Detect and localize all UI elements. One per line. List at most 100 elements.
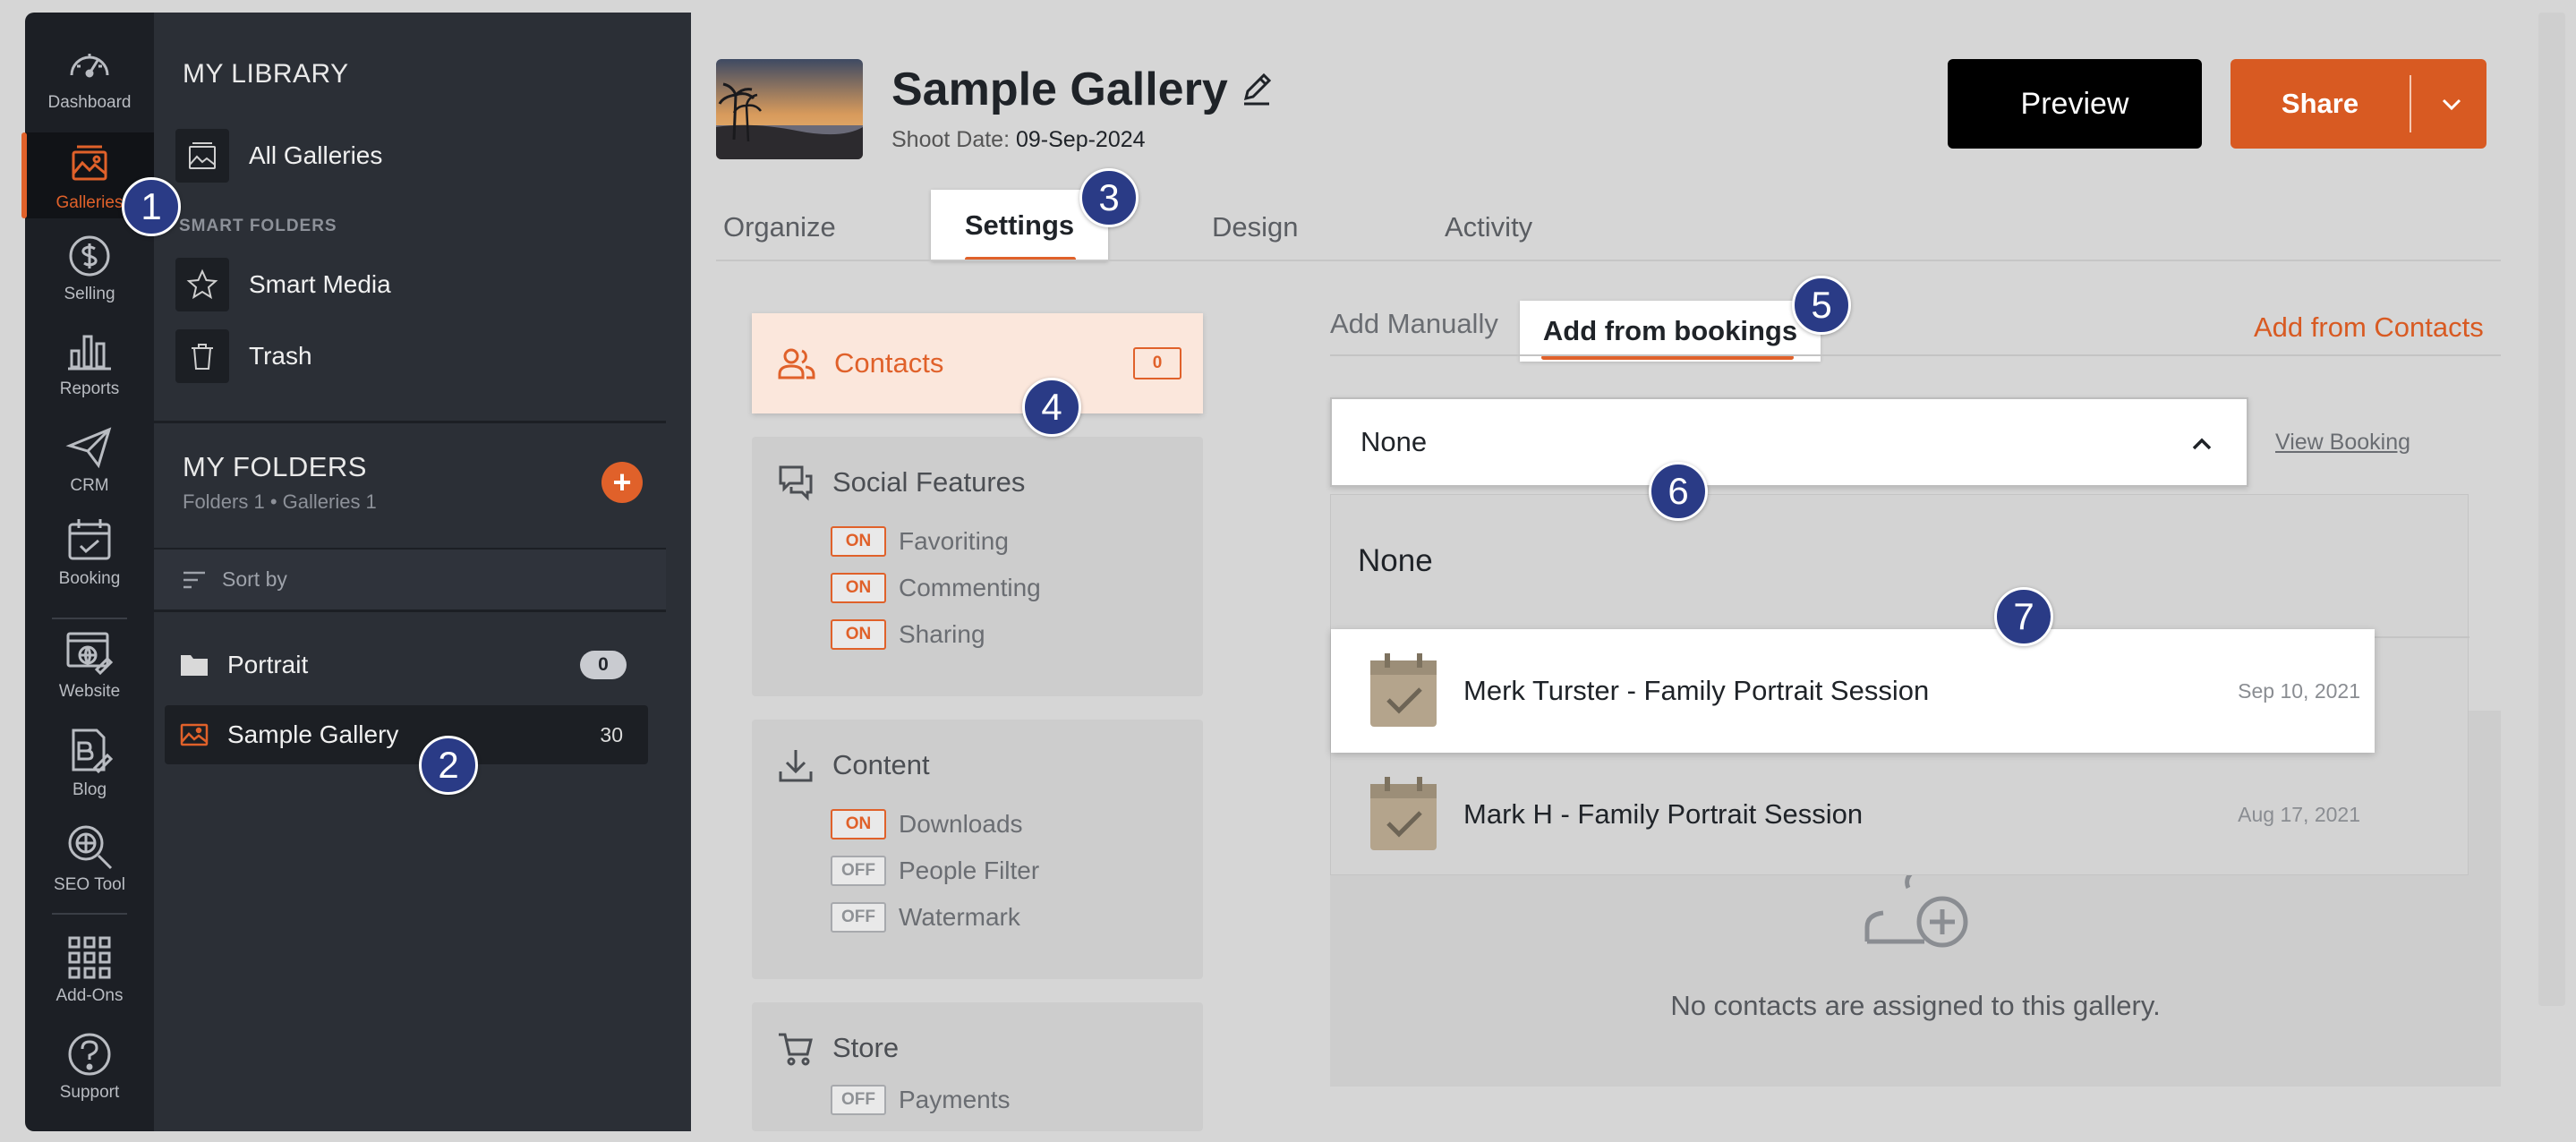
pencil-icon[interactable] — [1239, 72, 1275, 107]
folder-name: Portrait — [227, 651, 309, 678]
folder-count: 0 — [580, 651, 627, 679]
booking-dropdown-list: None Merk Turster - Family Portrait Sess… — [1330, 494, 2469, 875]
my-folders-heading: MY FOLDERS — [183, 451, 367, 482]
step-marker-2: 2 — [419, 736, 478, 795]
on-badge: ON — [831, 573, 886, 603]
chevron-down-icon[interactable] — [2438, 91, 2465, 118]
tab-activity[interactable]: Activity — [1445, 211, 1532, 243]
contacts-count-badge: 0 — [1133, 347, 1181, 379]
rail-label: Selling — [64, 285, 115, 303]
booking-select-value: None — [1361, 426, 1428, 457]
tab-add-manually[interactable]: Add Manually — [1330, 308, 1498, 340]
sort-by-label: Sort by — [222, 567, 287, 591]
seo-icon — [68, 825, 113, 870]
paper-plane-icon — [65, 427, 112, 469]
chat-icon — [779, 465, 813, 501]
rail-label: Booking — [58, 569, 121, 588]
folder-row-portrait[interactable]: Portrait 0 — [165, 635, 648, 695]
rail-label: Website — [58, 682, 121, 701]
contacts-section[interactable]: Contacts 0 — [752, 313, 1203, 413]
tabs-divider — [716, 260, 2501, 261]
trash-item[interactable]: Trash — [175, 328, 312, 385]
rail-website[interactable]: Website — [25, 621, 154, 707]
rail-add-ons[interactable]: Add-Ons — [25, 925, 154, 1011]
trash-label: Trash — [249, 342, 312, 370]
rail-label: SEO Tool — [54, 875, 125, 894]
rail-blog[interactable]: Blog — [25, 720, 154, 805]
option-people-filter[interactable]: OFF People Filter — [831, 856, 1039, 886]
on-badge: ON — [831, 526, 886, 557]
main-content: Sample Gallery Shoot Date: 09-Sep-2024 P… — [691, 13, 2531, 1131]
add-from-contacts-link[interactable]: Add from Contacts — [2254, 311, 2484, 344]
folders-meta: Folders 1 • Galleries 1 — [183, 490, 377, 513]
all-galleries-label: All Galleries — [249, 141, 383, 169]
rail-label: Reports — [59, 379, 120, 398]
option-commenting[interactable]: ON Commenting — [831, 573, 1041, 603]
tab-design[interactable]: Design — [1212, 211, 1299, 243]
share-label: Share — [2281, 88, 2359, 119]
smart-folders-heading: SMART FOLDERS — [179, 217, 337, 235]
booking-option[interactable]: Mark H - Family Portrait Session Aug 17,… — [1331, 753, 2375, 876]
booking-option[interactable]: Merk Turster - Family Portrait Session S… — [1331, 629, 2375, 753]
option-payments[interactable]: OFF Payments — [831, 1085, 1011, 1115]
rail-dashboard[interactable]: Dashboard — [25, 32, 154, 118]
social-features-title: Social Features — [777, 464, 1025, 501]
gallery-thumbnail — [716, 59, 863, 159]
dashboard-icon — [70, 54, 109, 78]
add-folder-button[interactable]: + — [601, 462, 643, 503]
view-booking-link[interactable]: View Booking — [2275, 430, 2410, 456]
tab-organize[interactable]: Organize — [723, 211, 836, 243]
dropdown-option-none[interactable]: None — [1358, 543, 1433, 579]
folder-row-sample-gallery[interactable]: Sample Gallery 30 — [165, 705, 648, 764]
step-marker-7: 7 — [1994, 587, 2053, 646]
step-marker-1: 1 — [122, 177, 181, 236]
rail-booking[interactable]: Booking — [25, 508, 154, 594]
social-features-section[interactable]: Social Features ON Favoriting ON Commentin… — [752, 437, 1203, 696]
rail-selling[interactable]: Selling — [25, 224, 154, 310]
store-section[interactable]: Store OFF Payments — [752, 1002, 1203, 1131]
rail-seo-tool[interactable]: SEO Tool — [25, 814, 154, 900]
content-title: Content — [777, 746, 930, 784]
empty-state-text: No contacts are assigned to this gallery… — [1670, 990, 2161, 1021]
booking-select[interactable]: None — [1330, 397, 2248, 487]
galleries-icon — [72, 145, 107, 181]
preview-button[interactable]: Preview — [1948, 59, 2202, 149]
tab-add-from-bookings[interactable]: Add from bookings — [1520, 301, 1821, 362]
option-watermark[interactable]: OFF Watermark — [831, 902, 1020, 933]
website-icon — [66, 632, 114, 676]
option-downloads[interactable]: ON Downloads — [831, 809, 1023, 839]
booking-date: Sep 10, 2021 — [2238, 678, 2360, 703]
option-sharing[interactable]: ON Sharing — [831, 619, 985, 650]
rail-support[interactable]: Support — [25, 1022, 154, 1108]
add-user-icon — [1864, 870, 1968, 948]
users-icon — [778, 348, 815, 379]
rail-label: Add-Ons — [55, 986, 124, 1005]
folder-count: 30 — [600, 722, 623, 746]
smart-media-item[interactable]: Smart Media — [175, 256, 391, 313]
all-galleries-item[interactable]: All Galleries — [175, 127, 382, 184]
active-indicator — [21, 132, 27, 218]
rail-label: Blog — [72, 780, 107, 799]
calendar-check-icon — [1370, 653, 1437, 727]
option-favoriting[interactable]: ON Favoriting — [831, 526, 1009, 557]
rail-crm[interactable]: CRM — [25, 415, 154, 501]
rail-reports[interactable]: Reports — [25, 319, 154, 405]
folder-icon — [181, 655, 208, 676]
rail-label: Support — [59, 1083, 120, 1102]
rail-label: Galleries — [55, 193, 124, 212]
booking-name: Merk Turster - Family Portrait Session — [1463, 675, 1930, 706]
smart-media-label: Smart Media — [249, 270, 391, 298]
plus-icon: + — [612, 464, 632, 500]
off-badge: OFF — [831, 856, 886, 886]
booking-name: Mark H - Family Portrait Session — [1463, 798, 1864, 830]
share-button[interactable]: Share — [2231, 59, 2486, 149]
step-marker-4: 4 — [1022, 378, 1081, 437]
rail-divider — [52, 913, 127, 915]
bar-chart-icon — [68, 335, 111, 371]
library-panel: MY LIBRARY All Galleries SMART FOLDERS S… — [154, 13, 691, 1131]
divider — [154, 421, 666, 423]
content-section[interactable]: Content ON Downloads OFF People Filter OFF… — [752, 720, 1203, 979]
page-scrollbar[interactable] — [2538, 13, 2565, 1006]
sort-by-control[interactable]: Sort by — [154, 550, 666, 612]
cart-icon — [779, 1033, 813, 1066]
